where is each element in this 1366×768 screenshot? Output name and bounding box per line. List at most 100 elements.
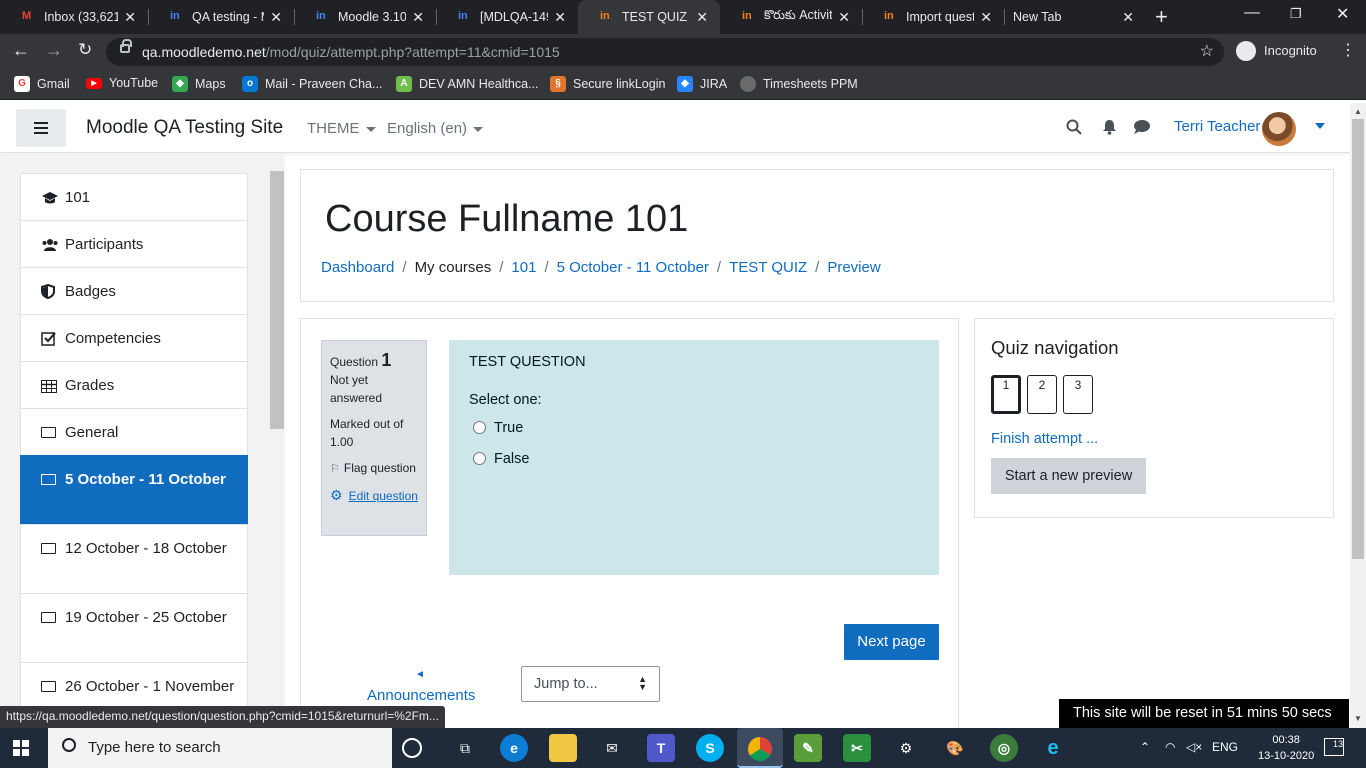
search-icon[interactable] (1066, 119, 1082, 140)
bookmark-youtube[interactable]: ▶ YouTube (86, 76, 158, 90)
close-icon[interactable]: ✕ (124, 9, 136, 26)
bookmark-jira[interactable]: ◆ JIRA (677, 76, 727, 92)
scrollbar-thumb[interactable] (1352, 119, 1364, 559)
bookmark-secure-link[interactable]: § Secure linkLogin (550, 76, 665, 92)
drawer-item-week-5-oct[interactable]: 5 October - 11 October (20, 455, 248, 524)
paint-icon[interactable]: 🎨 (941, 734, 969, 762)
bookmark-star-icon[interactable]: ☆ (1200, 41, 1214, 61)
bookmark-timesheets[interactable]: Timesheets PPM (740, 76, 858, 92)
tab-import-questions[interactable]: in Import questic ✕ (862, 0, 1004, 34)
new-tab-button[interactable]: + (1155, 4, 1168, 30)
quiz-nav-button-2[interactable]: 2 (1027, 375, 1057, 414)
window-close-icon[interactable]: ✕ (1336, 4, 1349, 24)
globe-icon[interactable]: ◎ (990, 734, 1018, 762)
system-clock[interactable]: 00:38 13-10-2020 (1258, 732, 1314, 764)
forward-icon[interactable]: → (45, 40, 63, 61)
breadcrumb-course[interactable]: 101 (511, 259, 536, 276)
scrollbar-thumb[interactable] (270, 171, 284, 429)
user-menu[interactable]: Terri Teacher (1174, 118, 1260, 135)
back-icon[interactable]: ← (12, 40, 30, 61)
bookmark-gmail[interactable]: G Gmail (14, 76, 70, 92)
drawer-item-participants[interactable]: Participants (20, 220, 248, 267)
close-icon[interactable]: ✕ (838, 9, 850, 26)
site-name[interactable]: Moodle QA Testing Site (86, 117, 283, 139)
chrome-icon[interactable] (737, 728, 783, 768)
bookmark-maps[interactable]: ◆ Maps (172, 76, 226, 92)
tab-qa-testing[interactable]: in QA testing - M ✕ (148, 0, 294, 34)
drawer-item-course[interactable]: 101 (20, 173, 248, 220)
announcements-link[interactable]: Announcements (367, 687, 475, 704)
internet-explorer-icon[interactable]: e (1039, 734, 1067, 762)
address-bar[interactable]: qa.moodledemo.net/mod/quiz/attempt.php?a… (106, 38, 1224, 66)
drawer-scrollbar[interactable] (270, 171, 284, 728)
avatar[interactable] (1262, 112, 1296, 146)
page-scrollbar[interactable]: ▲ ▼ (1350, 103, 1366, 728)
drawer-item-general[interactable]: General (20, 408, 248, 455)
incognito-indicator[interactable]: Incognito (1234, 40, 1327, 64)
jump-to-select[interactable]: Jump to... ▲ ▼ (521, 666, 660, 702)
answer-option-true[interactable]: True (469, 412, 919, 443)
drawer-item-week-12-oct[interactable]: 12 October - 18 October (20, 524, 248, 593)
snipping-icon[interactable]: ✂ (843, 734, 871, 762)
close-icon[interactable]: ✕ (696, 9, 708, 26)
theme-menu[interactable]: THEME (307, 120, 376, 137)
next-page-button[interactable]: Next page (844, 624, 939, 660)
bookmark-mail[interactable]: o Mail - Praveen Cha... (242, 76, 382, 92)
close-icon[interactable]: ✕ (980, 9, 992, 26)
breadcrumb-dashboard[interactable]: Dashboard (321, 259, 394, 276)
task-view-icon[interactable]: ⧉ (451, 734, 479, 762)
url-text[interactable]: qa.moodledemo.net/mod/quiz/attempt.php?a… (142, 44, 560, 60)
quiz-nav-button-3[interactable]: 3 (1063, 375, 1093, 414)
browser-menu-icon[interactable]: ⋮ (1340, 40, 1356, 60)
answer-option-false[interactable]: False (469, 443, 919, 474)
drawer-item-grades[interactable]: Grades (20, 361, 248, 408)
tab-activity[interactable]: in కొరుకు Activity ✕ (720, 0, 862, 34)
close-icon[interactable]: ✕ (1122, 9, 1134, 26)
drawer-toggle-button[interactable] (16, 109, 66, 147)
bookmark-dev-amn[interactable]: A DEV AMN Healthca... (396, 76, 539, 92)
windows-start-button[interactable] (13, 740, 29, 756)
close-icon[interactable]: ✕ (554, 9, 566, 26)
notification-center-icon[interactable]: 13 (1324, 738, 1344, 756)
bell-icon[interactable] (1102, 119, 1117, 140)
tab-new-tab[interactable]: New Tab ✕ (1004, 0, 1146, 34)
breadcrumb-preview[interactable]: Preview (827, 259, 880, 276)
restore-icon[interactable]: ❐ (1290, 6, 1302, 22)
teams-icon[interactable]: T (647, 734, 675, 762)
drawer-item-week-19-oct[interactable]: 19 October - 25 October (20, 593, 248, 662)
start-new-preview-button[interactable]: Start a new preview (991, 458, 1146, 494)
drawer-item-badges[interactable]: Badges (20, 267, 248, 314)
tab-mdlqa[interactable]: in [MDLQA-1492 ✕ (436, 0, 578, 34)
flag-question-button[interactable]: ⚐ Flag question (330, 459, 418, 478)
tab-gmail[interactable]: M Inbox (33,621) ✕ (0, 0, 148, 34)
edge-icon[interactable]: e (500, 734, 528, 762)
scroll-down-icon[interactable]: ▼ (1354, 714, 1362, 723)
tab-test-quiz[interactable]: in TEST QUIZ (pa ✕ (578, 0, 720, 34)
quiz-nav-button-1[interactable]: 1 (991, 375, 1021, 414)
notepad-icon[interactable]: ✎ (794, 734, 822, 762)
messages-icon[interactable] (1133, 119, 1151, 140)
scroll-up-icon[interactable]: ▲ (1354, 107, 1362, 116)
drawer-item-competencies[interactable]: Competencies (20, 314, 248, 361)
radio-button[interactable] (473, 452, 486, 465)
close-icon[interactable]: ✕ (412, 9, 424, 26)
reload-icon[interactable]: ↻ (78, 40, 92, 60)
wifi-icon[interactable]: ◠ (1165, 740, 1175, 754)
finish-attempt-link[interactable]: Finish attempt ... (991, 431, 1098, 447)
tab-moodle-310[interactable]: in Moodle 3.10 C ✕ (294, 0, 436, 34)
breadcrumb-quiz[interactable]: TEST QUIZ (729, 259, 807, 276)
language-indicator[interactable]: ENG (1212, 740, 1238, 754)
edit-question-link[interactable]: ⚙ Edit question (330, 486, 418, 505)
radio-button[interactable] (473, 421, 486, 434)
close-icon[interactable]: ✕ (270, 9, 282, 26)
taskbar-search[interactable]: Type here to search (48, 728, 392, 768)
file-explorer-icon[interactable] (549, 734, 577, 762)
cortana-icon[interactable] (402, 738, 422, 758)
caret-down-icon[interactable] (1315, 123, 1325, 129)
settings-gear-icon[interactable]: ⚙ (892, 734, 920, 762)
volume-icon[interactable]: ◁× (1186, 740, 1202, 754)
breadcrumb-section[interactable]: 5 October - 11 October (557, 259, 709, 276)
language-menu[interactable]: English (en) (387, 120, 484, 137)
skype-icon[interactable]: S (696, 734, 724, 762)
minimize-icon[interactable]: — (1244, 4, 1260, 22)
